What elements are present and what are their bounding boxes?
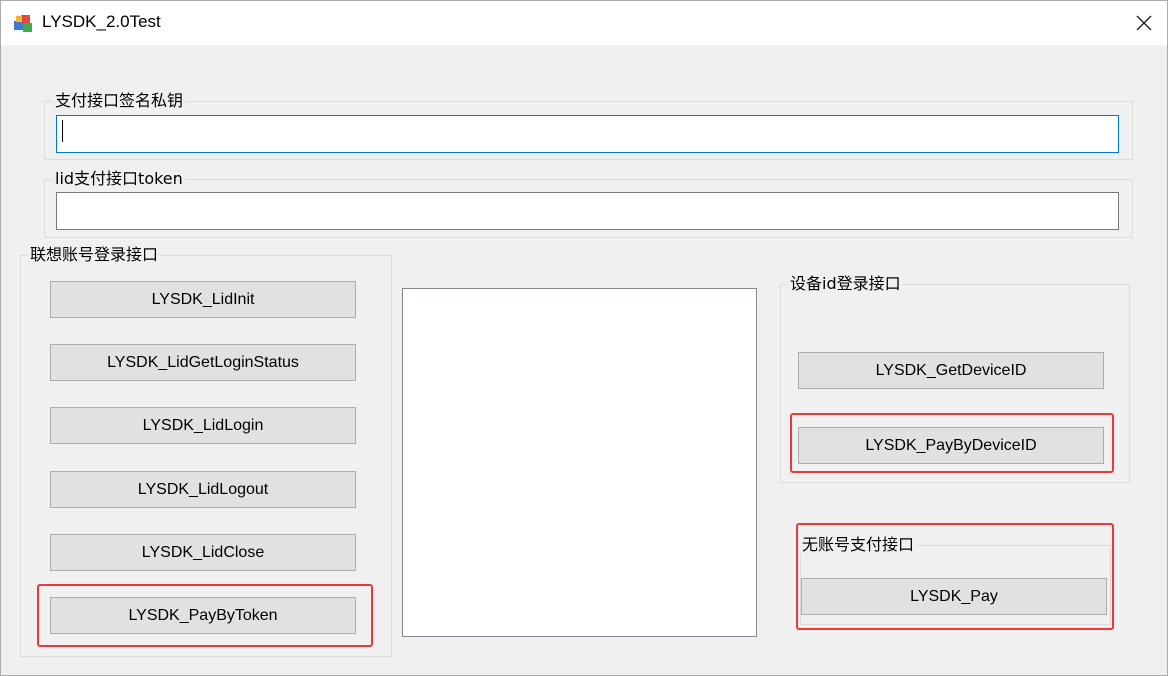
output-listbox[interactable] xyxy=(402,288,757,637)
pay-by-token-highlight xyxy=(37,584,373,647)
text-caret xyxy=(62,120,63,142)
pay-key-input[interactable] xyxy=(56,115,1119,153)
title-bar: LYSDK_2.0Test xyxy=(1,1,1167,45)
lenovo-login-label: 联想账号登录接口 xyxy=(28,245,161,264)
lid-init-button[interactable]: LYSDK_LidInit xyxy=(50,281,356,318)
lid-logout-button[interactable]: LYSDK_LidLogout xyxy=(50,471,356,508)
app-icon xyxy=(12,12,34,34)
pay-by-device-id-highlight xyxy=(790,413,1114,473)
no-account-pay-highlight xyxy=(796,523,1114,630)
device-login-label: 设备id登录接口 xyxy=(788,274,903,293)
token-label: lid支付接口token xyxy=(53,169,185,188)
lid-login-button[interactable]: LYSDK_LidLogin xyxy=(50,407,356,444)
lid-get-login-status-button[interactable]: LYSDK_LidGetLoginStatus xyxy=(50,344,356,381)
token-input[interactable] xyxy=(56,192,1119,230)
pay-key-label: 支付接口签名私钥 xyxy=(53,91,186,110)
app-window: LYSDK_2.0Test 支付接口签名私钥 lid支付接口token 联想账号… xyxy=(0,0,1168,676)
lid-close-button[interactable]: LYSDK_LidClose xyxy=(50,534,356,571)
get-device-id-button[interactable]: LYSDK_GetDeviceID xyxy=(798,352,1104,389)
close-icon[interactable] xyxy=(1121,1,1167,45)
window-title: LYSDK_2.0Test xyxy=(42,12,161,31)
